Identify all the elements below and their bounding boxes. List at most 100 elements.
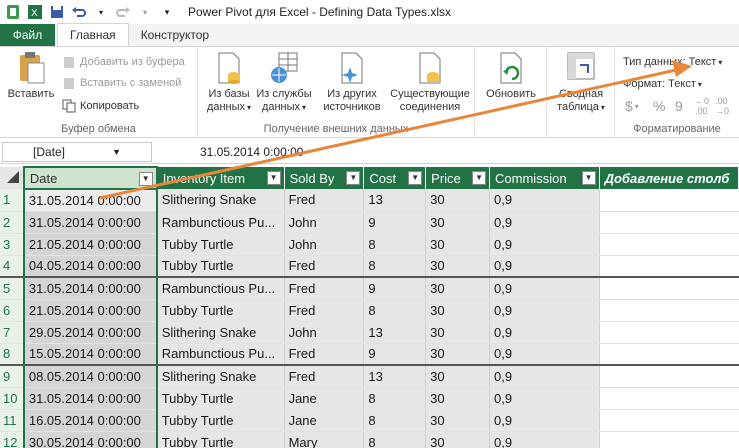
column-header-inventory-item[interactable]: Inventory Item ▼: [156, 167, 285, 189]
column-header-commission[interactable]: Commission ▼: [489, 167, 600, 189]
cell-inventory-item[interactable]: Tubby Turtle: [156, 387, 285, 410]
cell-commission[interactable]: 0,9: [489, 387, 600, 410]
from-other-sources-button[interactable]: Из других источников: [316, 51, 388, 114]
cell-cost[interactable]: 9: [363, 211, 427, 234]
cell-commission[interactable]: 0,9: [489, 189, 600, 212]
cell-date[interactable]: 21.05.2014 0:00:00: [22, 233, 158, 256]
cell-sold-by[interactable]: Mary: [284, 431, 365, 448]
cell-empty[interactable]: [599, 409, 739, 432]
cell-empty[interactable]: [599, 343, 739, 366]
cell-commission[interactable]: 0,9: [489, 276, 600, 300]
row-number[interactable]: 7: [0, 321, 25, 344]
cell-inventory-item[interactable]: Rambunctious Pu...: [156, 276, 285, 300]
cell-inventory-item[interactable]: Rambunctious Pu...: [156, 211, 285, 234]
row-number[interactable]: 8: [0, 343, 25, 366]
pivot-table-button[interactable]: Сводная таблица ▾: [549, 51, 613, 114]
cell-sold-by[interactable]: Fred: [284, 364, 365, 388]
cell-price[interactable]: 30: [425, 431, 491, 448]
cell-inventory-item[interactable]: Slithering Snake: [156, 321, 285, 344]
cell-cost[interactable]: 13: [363, 189, 427, 212]
currency-format-button[interactable]: $ ▾: [625, 97, 639, 115]
cell-sold-by[interactable]: John: [284, 211, 365, 234]
cell-date[interactable]: 31.05.2014 0:00:00: [22, 387, 158, 410]
cell-date[interactable]: 29.05.2014 0:00:00: [22, 321, 158, 344]
cell-cost[interactable]: 13: [363, 321, 427, 344]
cell-inventory-item[interactable]: Slithering Snake: [156, 189, 285, 212]
cell-sold-by[interactable]: Jane: [284, 387, 365, 410]
cell-empty[interactable]: [599, 321, 739, 344]
cell-date[interactable]: 15.05.2014 0:00:00: [22, 343, 158, 366]
paste-replace-button[interactable]: Вставить с заменой: [62, 74, 181, 92]
copy-button[interactable]: Копировать: [62, 97, 139, 115]
row-number[interactable]: 2: [0, 211, 25, 234]
cell-empty[interactable]: [599, 387, 739, 410]
customize-toolbar-icon[interactable]: ▾: [158, 3, 176, 21]
row-number[interactable]: 4: [0, 255, 25, 278]
cell-commission[interactable]: 0,9: [489, 233, 600, 256]
cell-sold-by[interactable]: John: [284, 233, 365, 256]
cell-commission[interactable]: 0,9: [489, 211, 600, 234]
filter-dropdown-icon[interactable]: ▼: [346, 171, 361, 185]
tab-file[interactable]: Файл: [0, 24, 55, 46]
cell-date[interactable]: 31.05.2014 0:00:00: [22, 189, 158, 212]
cell-date[interactable]: 31.05.2014 0:00:00: [22, 211, 158, 234]
row-number[interactable]: 5: [0, 276, 25, 300]
cell-cost[interactable]: 8: [363, 387, 427, 410]
row-number[interactable]: 1: [0, 189, 25, 212]
tab-home[interactable]: Главная: [57, 23, 129, 46]
column-header-cost[interactable]: Cost ▼: [363, 167, 427, 189]
add-column-header[interactable]: Добавление столб: [599, 167, 739, 189]
cell-inventory-item[interactable]: Tubby Turtle: [156, 299, 285, 322]
cell-price[interactable]: 30: [425, 233, 491, 256]
row-number[interactable]: 6: [0, 299, 25, 322]
undo-icon[interactable]: [70, 3, 88, 21]
cell-price[interactable]: 30: [425, 211, 491, 234]
increase-decimal-button[interactable]: ←0.00: [695, 96, 709, 116]
cell-inventory-item[interactable]: Tubby Turtle: [156, 255, 285, 278]
cell-date[interactable]: 08.05.2014 0:00:00: [22, 364, 158, 388]
cell-sold-by[interactable]: Fred: [284, 276, 365, 300]
filter-dropdown-icon[interactable]: ▼: [408, 171, 423, 185]
cell-inventory-item[interactable]: Tubby Turtle: [156, 431, 285, 448]
cell-sold-by[interactable]: Fred: [284, 343, 365, 366]
cell-date[interactable]: 04.05.2014 0:00:00: [22, 255, 158, 278]
formula-value[interactable]: 31.05.2014 0:00:00: [200, 145, 303, 159]
column-header-date[interactable]: Date ▼: [22, 166, 158, 190]
row-number[interactable]: 9: [0, 364, 25, 388]
cell-empty[interactable]: [599, 431, 739, 448]
row-number[interactable]: 10: [0, 387, 25, 410]
select-all-corner[interactable]: [0, 167, 25, 189]
cell-empty[interactable]: [599, 255, 739, 278]
cell-sold-by[interactable]: Fred: [284, 299, 365, 322]
filter-dropdown-icon[interactable]: ▼: [266, 171, 281, 185]
add-from-clipboard-button[interactable]: Добавить из буфера: [62, 53, 185, 71]
cell-cost[interactable]: 13: [363, 364, 427, 388]
cell-price[interactable]: 30: [425, 409, 491, 432]
from-data-service-button[interactable]: Из службы данных ▾: [256, 51, 312, 114]
cell-cost[interactable]: 8: [363, 299, 427, 322]
redo-dropdown-icon[interactable]: ▾: [136, 3, 154, 21]
cell-sold-by[interactable]: John: [284, 321, 365, 344]
cell-price[interactable]: 30: [425, 364, 491, 388]
excel-icon[interactable]: X: [26, 3, 44, 21]
tab-design[interactable]: Конструктор: [129, 24, 221, 46]
cell-sold-by[interactable]: Jane: [284, 409, 365, 432]
cell-commission[interactable]: 0,9: [489, 409, 600, 432]
column-header-sold-by[interactable]: Sold By ▼: [284, 167, 365, 189]
data-type-dropdown[interactable]: Тип данных: Текст ▾: [623, 53, 722, 71]
cell-cost[interactable]: 8: [363, 431, 427, 448]
cell-price[interactable]: 30: [425, 299, 491, 322]
cell-empty[interactable]: [599, 189, 739, 212]
decrease-decimal-button[interactable]: .00 →0: [715, 96, 729, 116]
filter-dropdown-icon[interactable]: ▼: [138, 172, 153, 186]
filter-dropdown-icon[interactable]: ▼: [472, 171, 487, 185]
cell-inventory-item[interactable]: Tubby Turtle: [156, 409, 285, 432]
paste-button[interactable]: Вставить: [4, 51, 58, 101]
cell-price[interactable]: 30: [425, 276, 491, 300]
cell-cost[interactable]: 8: [363, 409, 427, 432]
cell-cost[interactable]: 9: [363, 343, 427, 366]
cell-cost[interactable]: 8: [363, 233, 427, 256]
cell-date[interactable]: 21.05.2014 0:00:00: [22, 299, 158, 322]
cell-commission[interactable]: 0,9: [489, 343, 600, 366]
refresh-button[interactable]: Обновить: [481, 51, 541, 101]
